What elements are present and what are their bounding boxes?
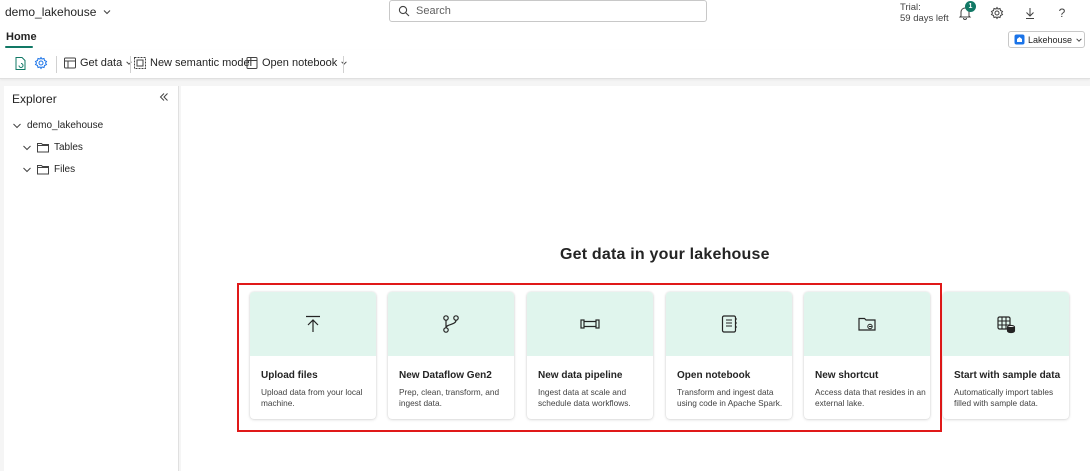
double-chevron-left-icon <box>159 93 168 101</box>
notebook-icon <box>721 315 737 333</box>
tree-item-files[interactable]: Files <box>22 164 75 175</box>
card-description: Automatically import tables filled with … <box>954 387 1054 408</box>
search-icon <box>398 5 410 17</box>
card-title: New shortcut <box>815 370 879 381</box>
card-icon-area <box>250 292 376 356</box>
get-data-label: Get data <box>80 57 123 69</box>
explorer-title: Explorer <box>12 92 57 106</box>
chevron-down-icon[interactable] <box>22 143 32 153</box>
new-semantic-model-button[interactable]: New semantic model <box>133 56 252 70</box>
card-title: Open notebook <box>677 370 751 381</box>
card-title: New data pipeline <box>538 370 623 381</box>
trial-days-left: 59 days left <box>900 13 949 24</box>
upload-icon <box>306 315 320 332</box>
lakehouse-dropdown[interactable]: Lakehouse <box>1008 31 1085 48</box>
toolbar-divider <box>56 56 57 73</box>
chevron-down-icon[interactable] <box>12 121 22 131</box>
card-description: Access data that resides in an external … <box>815 387 926 408</box>
tree-root-label: demo_lakehouse <box>27 120 104 131</box>
database-table-icon <box>64 57 76 69</box>
shortcut-folder-icon <box>858 317 876 331</box>
notebook-icon <box>246 57 258 69</box>
new-semantic-model-label: New semantic model <box>150 57 253 69</box>
chevron-down-icon <box>341 61 347 65</box>
active-tab-indicator <box>5 46 33 48</box>
search-placeholder: Search <box>416 5 451 17</box>
collapse-explorer-button[interactable] <box>159 92 169 105</box>
sample-data-icon <box>997 316 1016 334</box>
card-new-shortcut[interactable]: New shortcut Access data that resides in… <box>804 292 930 419</box>
help-button[interactable]: ? <box>1053 4 1071 22</box>
gear-icon <box>990 6 1004 20</box>
card-icon-area <box>527 292 653 356</box>
refresh-button[interactable] <box>13 56 28 71</box>
tree-root-lakehouse[interactable]: demo_lakehouse <box>12 120 103 131</box>
pipeline-icon <box>580 319 600 329</box>
open-notebook-label: Open notebook <box>262 57 338 69</box>
toolbar: Get data New semantic model Open noteboo… <box>0 50 1090 79</box>
tree-item-tables[interactable]: Tables <box>22 142 83 153</box>
tree-item-label: Files <box>54 164 76 175</box>
workspace-selector[interactable]: demo_lakehouse <box>5 5 112 19</box>
chevron-down-icon[interactable] <box>22 165 32 175</box>
toolbar-divider <box>343 56 344 73</box>
chevron-down-icon <box>1076 37 1082 42</box>
lakehouse-icon <box>1014 34 1025 45</box>
tree-item-label: Tables <box>54 142 83 153</box>
get-data-button[interactable]: Get data <box>63 56 133 70</box>
trial-label: Trial: <box>900 2 921 13</box>
toolbar-divider <box>130 56 131 73</box>
workspace-name: demo_lakehouse <box>5 5 97 19</box>
settings-toolbar-button[interactable] <box>34 56 48 70</box>
gear-icon <box>34 56 48 70</box>
folder-icon <box>37 143 49 153</box>
download-button[interactable] <box>1021 4 1039 22</box>
dataflow-icon <box>443 315 459 333</box>
download-icon <box>1026 8 1034 19</box>
card-open-notebook[interactable]: Open notebook Transform and ingest data … <box>666 292 792 419</box>
refresh-document-icon <box>15 57 26 70</box>
card-title: New Dataflow Gen2 <box>399 370 492 381</box>
card-description: Transform and ingest data using code in … <box>677 387 783 408</box>
card-title: Start with sample data <box>954 370 1061 381</box>
trial-status[interactable]: Trial: 59 days left <box>900 2 949 24</box>
card-title: Upload files <box>261 370 318 381</box>
ribbon-tabs: Home Lakehouse <box>0 28 1090 50</box>
folder-icon <box>37 165 49 175</box>
card-new-dataflow-gen2[interactable]: New Dataflow Gen2 Prep, clean, transform… <box>388 292 514 419</box>
tab-home[interactable]: Home <box>6 31 37 43</box>
explorer-panel: Explorer demo_lakehouse Tables Files <box>4 86 179 471</box>
card-icon-area <box>388 292 514 356</box>
open-notebook-button[interactable]: Open notebook <box>245 56 348 70</box>
card-icon-area <box>943 292 1069 356</box>
question-mark-icon: ? <box>1058 6 1066 20</box>
card-icon-area <box>666 292 792 356</box>
lakehouse-label: Lakehouse <box>1028 34 1073 45</box>
settings-button[interactable] <box>988 4 1006 22</box>
chevron-down-icon <box>104 10 111 15</box>
card-start-with-sample-data[interactable]: Start with sample data Automatically imp… <box>943 292 1069 419</box>
card-upload-files[interactable]: Upload files Upload data from your local… <box>250 292 376 419</box>
notification-badge: 1 <box>965 1 976 12</box>
card-icon-area <box>804 292 930 356</box>
card-description: Prep, clean, transform, and ingest data. <box>399 387 500 408</box>
search-input[interactable]: Search <box>389 0 707 22</box>
card-description: Ingest data at scale and schedule data w… <box>538 387 631 408</box>
top-bar: demo_lakehouse Search Trial: 59 days lef… <box>0 0 1090 28</box>
card-new-data-pipeline[interactable]: New data pipeline Ingest data at scale a… <box>527 292 653 419</box>
card-description: Upload data from your local machine. <box>261 387 363 408</box>
get-data-headline: Get data in your lakehouse <box>560 246 770 263</box>
semantic-model-icon <box>134 57 146 69</box>
